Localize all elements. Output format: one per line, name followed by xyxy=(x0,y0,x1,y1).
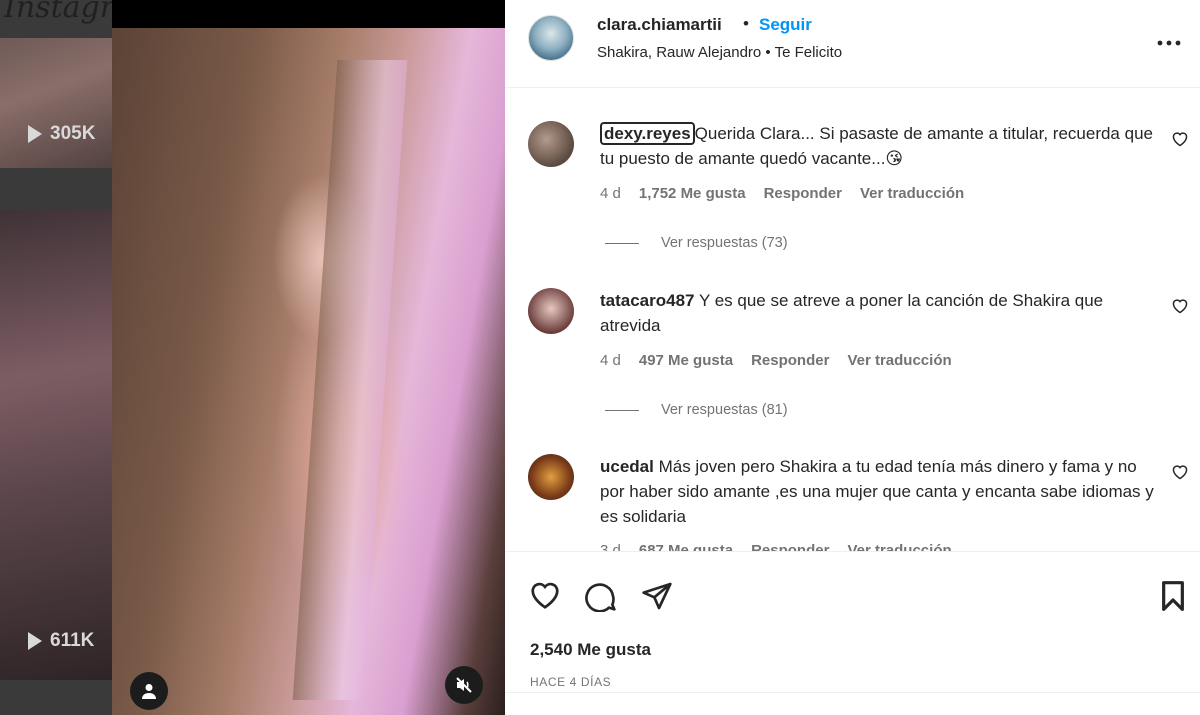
comment-meta: 4 d 1,752 Me gusta Responder Ver traducc… xyxy=(600,185,964,202)
background-feed: Instagram 305K 611K xyxy=(0,0,112,715)
divider xyxy=(605,409,639,411)
avatar[interactable] xyxy=(528,454,574,500)
like-count[interactable]: 2,540 Me gusta xyxy=(530,640,651,660)
comment-username[interactable]: dexy.reyes xyxy=(600,122,695,145)
comments-list[interactable]: dexy.reyes Querida Clara... Si pasaste de… xyxy=(505,88,1200,551)
feed-tile[interactable] xyxy=(0,38,112,168)
feed-tile[interactable] xyxy=(0,210,112,680)
heart-icon[interactable] xyxy=(1171,131,1189,147)
avatar[interactable] xyxy=(528,288,574,334)
comment-time: 4 d xyxy=(600,185,621,202)
comment-meta: 3 d 687 Me gusta Responder Ver traducció… xyxy=(600,542,952,551)
tagged-people-button[interactable] xyxy=(130,672,168,710)
view-replies-button[interactable]: Ver respuestas (81) xyxy=(605,402,788,418)
divider xyxy=(605,242,639,244)
comment-time: 4 d xyxy=(600,352,621,369)
comment-text: ucedal Más joven pero Shakira a tu edad … xyxy=(600,457,1154,526)
translate-button[interactable]: Ver traducción xyxy=(860,185,964,202)
comment-bubble-icon[interactable] xyxy=(585,580,617,612)
like-heart-icon[interactable] xyxy=(528,580,562,610)
view-replies-button[interactable]: Ver respuestas (73) xyxy=(605,235,788,251)
speaker-muted-icon xyxy=(456,677,472,693)
comment-time: 3 d xyxy=(600,542,621,551)
view-count: 611K xyxy=(28,630,94,652)
heart-icon[interactable] xyxy=(1171,464,1189,480)
bookmark-icon[interactable] xyxy=(1159,580,1187,612)
reply-button[interactable]: Responder xyxy=(751,542,829,551)
mute-button[interactable] xyxy=(445,666,483,704)
post-username[interactable]: clara.chiamartii xyxy=(597,15,722,35)
post-actions: 2,540 Me gusta HACE 4 DÍAS xyxy=(505,551,1200,715)
comment-meta: 4 d 497 Me gusta Responder Ver traducció… xyxy=(600,352,952,369)
comment-text: dexy.reyes Querida Clara... Si pasaste de… xyxy=(600,122,1153,168)
comment-username[interactable]: ucedal xyxy=(600,457,654,476)
comment-likes[interactable]: 687 Me gusta xyxy=(639,542,733,551)
reply-button[interactable]: Responder xyxy=(751,352,829,369)
post-header: clara.chiamartii • Seguir Shakira, Rauw … xyxy=(505,0,1200,88)
play-icon xyxy=(28,125,42,143)
comment-likes[interactable]: 1,752 Me gusta xyxy=(639,185,746,202)
avatar[interactable] xyxy=(528,121,574,167)
divider xyxy=(505,692,1200,693)
comment-text: tatacaro487 Y es que se atreve a poner l… xyxy=(600,291,1104,335)
heart-icon[interactable] xyxy=(1171,298,1189,314)
share-send-icon[interactable] xyxy=(641,580,673,612)
follow-button[interactable]: Seguir xyxy=(759,15,812,35)
play-icon xyxy=(28,632,42,650)
comment-likes[interactable]: 497 Me gusta xyxy=(639,352,733,369)
post-media[interactable] xyxy=(112,0,505,715)
instagram-logo: Instagram xyxy=(4,0,112,25)
separator-dot: • xyxy=(743,14,749,33)
person-icon xyxy=(142,684,156,699)
post-date: HACE 4 DÍAS xyxy=(530,675,612,689)
post-details-panel: clara.chiamartii • Seguir Shakira, Rauw … xyxy=(505,0,1200,715)
translate-button[interactable]: Ver traducción xyxy=(847,352,951,369)
view-count: 305K xyxy=(28,123,95,145)
more-options-icon[interactable] xyxy=(1157,26,1181,52)
avatar[interactable] xyxy=(528,15,574,61)
audio-link[interactable]: Shakira, Rauw Alejandro • Te Felicito xyxy=(597,44,842,61)
translate-button[interactable]: Ver traducción xyxy=(847,542,951,551)
comment-username[interactable]: tatacaro487 xyxy=(600,291,695,310)
reply-button[interactable]: Responder xyxy=(764,185,842,202)
